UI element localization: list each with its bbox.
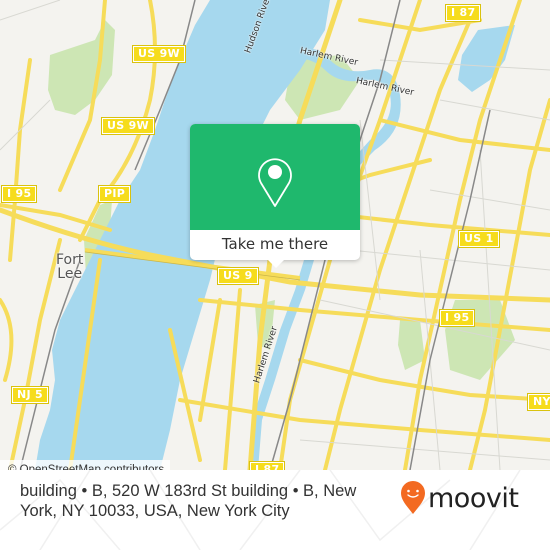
- road-shield-nj-5: NJ 5: [11, 386, 49, 404]
- road-shield-pip: PIP: [97, 185, 132, 203]
- road-shield-us-1: US 1: [458, 230, 500, 248]
- road-shield-us-9w: US 9W: [101, 117, 155, 135]
- park-area: [48, 20, 115, 115]
- popup-tail: [268, 260, 284, 268]
- road-shield-i-87: I 87: [248, 461, 286, 470]
- footer: building • B, 520 W 183rd St building • …: [0, 470, 550, 550]
- place-label-fort-lee: Fort Lee: [56, 252, 84, 282]
- road-shield-us-9w: US 9W: [132, 45, 186, 63]
- road-shield-us-9: US 9: [217, 267, 259, 285]
- park-area: [398, 320, 425, 370]
- map-attribution[interactable]: © OpenStreetMap contributors: [0, 460, 171, 470]
- address-text: building • B, 520 W 183rd St building • …: [20, 482, 357, 520]
- road-shield-i-95: I 95: [438, 309, 476, 327]
- location-popup[interactable]: Take me there: [190, 124, 360, 268]
- road-shield-i-95: I 95: [0, 185, 38, 203]
- popup-header: [190, 124, 360, 230]
- moovit-logo[interactable]: moovit: [400, 478, 519, 518]
- take-me-there-button[interactable]: Take me there: [190, 230, 360, 260]
- moovit-wordmark: moovit: [428, 482, 519, 514]
- road-shield-i-87: I 87: [444, 4, 482, 22]
- road-shield-ny: NY: [527, 393, 550, 411]
- map-view[interactable]: Fort Lee Hudson River Harlem River Harle…: [0, 0, 550, 470]
- moovit-pin-icon: [401, 481, 425, 514]
- map-pin-icon: [258, 158, 292, 207]
